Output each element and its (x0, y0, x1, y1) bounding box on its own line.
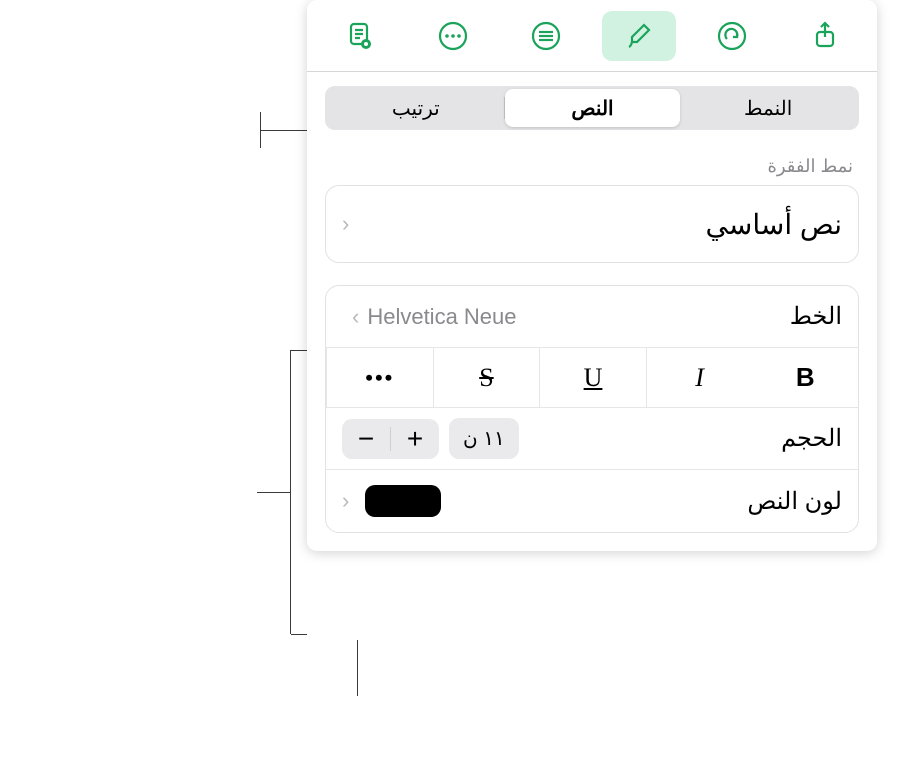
toolbar (307, 0, 877, 72)
chevron-left-icon: ‹ (342, 211, 349, 237)
paragraph-style-name: نص أساسي (349, 208, 842, 241)
font-label: الخط (790, 302, 842, 331)
redo-button[interactable] (695, 11, 769, 61)
paintbrush-icon (622, 19, 656, 53)
size-label: الحجم (781, 424, 842, 453)
size-decrease-button[interactable]: − (342, 419, 390, 459)
more-options-button[interactable] (416, 11, 490, 61)
inspector-tabs: النمط النص ترتيب (307, 72, 877, 130)
italic-button[interactable]: I (646, 348, 753, 407)
tab-text[interactable]: النص (505, 89, 681, 127)
list-lines-icon (529, 19, 563, 53)
share-button[interactable] (788, 11, 862, 61)
callout-line (291, 634, 307, 635)
share-icon (808, 19, 842, 53)
text-color-label: لون النص (747, 487, 842, 516)
chevron-left-icon: ‹ (342, 488, 349, 514)
font-settings-card: الخط ‹ Helvetica Neue B I U S ••• الحجم … (325, 285, 859, 533)
size-stepper: − + (342, 419, 439, 459)
text-color-row[interactable]: لون النص ‹ (326, 470, 858, 532)
size-increase-button[interactable]: + (391, 419, 439, 459)
document-icon (343, 19, 377, 53)
callout-line (260, 112, 261, 148)
text-style-row: B I U S ••• (326, 348, 858, 408)
size-row: الحجم ١١ ن − + (326, 408, 858, 470)
format-paintbrush-button[interactable] (602, 11, 676, 61)
callout-line (291, 350, 307, 351)
paragraph-style-row[interactable]: نص أساسي ‹ (326, 186, 858, 262)
underline-button[interactable]: U (539, 348, 646, 407)
size-value-badge[interactable]: ١١ ن (449, 418, 519, 459)
font-name: Helvetica Neue (367, 304, 516, 330)
view-options-button[interactable] (509, 11, 583, 61)
font-row[interactable]: الخط ‹ Helvetica Neue (326, 286, 858, 348)
bold-button[interactable]: B (752, 348, 858, 407)
callout-line (357, 640, 358, 696)
redo-arrow-icon (715, 19, 749, 53)
more-text-options-button[interactable]: ••• (326, 348, 433, 407)
tab-arrange[interactable]: ترتيب (328, 89, 504, 127)
document-options-button[interactable] (323, 11, 397, 61)
paragraph-style-header: نمط الفقرة (307, 130, 877, 185)
callout-line (261, 130, 309, 131)
tab-style[interactable]: النمط (680, 89, 856, 127)
callout-line (257, 492, 291, 493)
strikethrough-button[interactable]: S (433, 348, 540, 407)
text-color-swatch[interactable] (365, 485, 441, 517)
paragraph-style-card: نص أساسي ‹ (325, 185, 859, 263)
format-inspector-panel: النمط النص ترتيب نمط الفقرة نص أساسي ‹ ا… (307, 0, 877, 551)
ellipsis-circle-icon (436, 19, 470, 53)
chevron-left-icon: ‹ (352, 304, 359, 330)
